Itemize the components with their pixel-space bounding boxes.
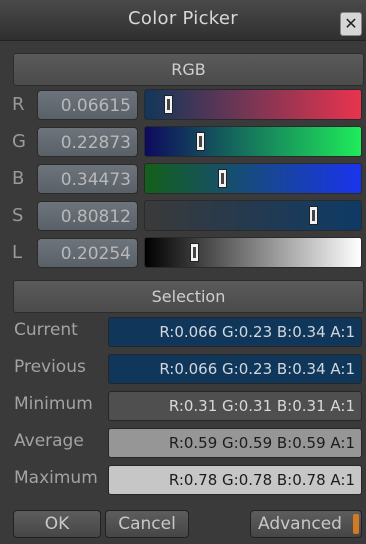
close-icon[interactable]: ✕	[340, 12, 362, 36]
channel-letter-s: S	[12, 205, 24, 226]
selection-label-current: Current	[14, 320, 78, 340]
cancel-button[interactable]: Cancel	[105, 510, 189, 538]
window-title: Color Picker	[128, 8, 238, 29]
previous-color-swatch[interactable]: R:0.066 G:0.23 B:0.34 A:1	[108, 354, 362, 384]
channel-value-g[interactable]: 0.22873	[37, 127, 138, 157]
channel-letter-g: G	[12, 131, 26, 152]
channel-value-r[interactable]: 0.06615	[37, 90, 138, 120]
channel-letter-b: B	[12, 168, 25, 189]
slider-handle-s[interactable]	[308, 206, 318, 225]
ok-button[interactable]: OK	[13, 510, 101, 538]
channel-value-l[interactable]: 0.20254	[37, 238, 138, 268]
channel-letter-l: L	[12, 242, 23, 263]
advanced-accent-indicator	[353, 514, 359, 534]
channel-letter-r: R	[12, 94, 25, 115]
slider-handle-l[interactable]	[190, 243, 200, 262]
channel-slider-g[interactable]	[144, 126, 362, 157]
selection-label-maximum: Maximum	[14, 468, 98, 488]
channel-slider-s[interactable]	[144, 200, 362, 231]
selection-label-previous: Previous	[14, 357, 86, 377]
minimum-color-swatch[interactable]: R:0.31 G:0.31 B:0.31 A:1	[108, 391, 362, 421]
slider-handle-g[interactable]	[195, 132, 205, 151]
selection-label-average: Average	[14, 431, 84, 451]
slider-handle-b[interactable]	[218, 169, 228, 188]
channel-slider-b[interactable]	[144, 163, 362, 194]
average-color-swatch[interactable]: R:0.59 G:0.59 B:0.59 A:1	[108, 428, 362, 458]
selection-label-minimum: Minimum	[14, 394, 93, 414]
rgb-section-header: RGB	[13, 53, 364, 86]
channel-slider-l[interactable]	[144, 237, 362, 268]
advanced-button[interactable]: Advanced	[250, 510, 362, 538]
maximum-color-swatch[interactable]: R:0.78 G:0.78 B:0.78 A:1	[108, 465, 362, 495]
channel-value-s[interactable]: 0.80812	[37, 201, 138, 231]
current-color-swatch[interactable]: R:0.066 G:0.23 B:0.34 A:1	[108, 317, 362, 347]
channel-slider-r[interactable]	[144, 89, 362, 120]
channel-value-b[interactable]: 0.34473	[37, 164, 138, 194]
selection-section-header: Selection	[13, 280, 364, 313]
slider-handle-r[interactable]	[163, 95, 173, 114]
title-bar: Color Picker ✕	[0, 0, 366, 41]
advanced-button-label: Advanced	[258, 514, 342, 534]
